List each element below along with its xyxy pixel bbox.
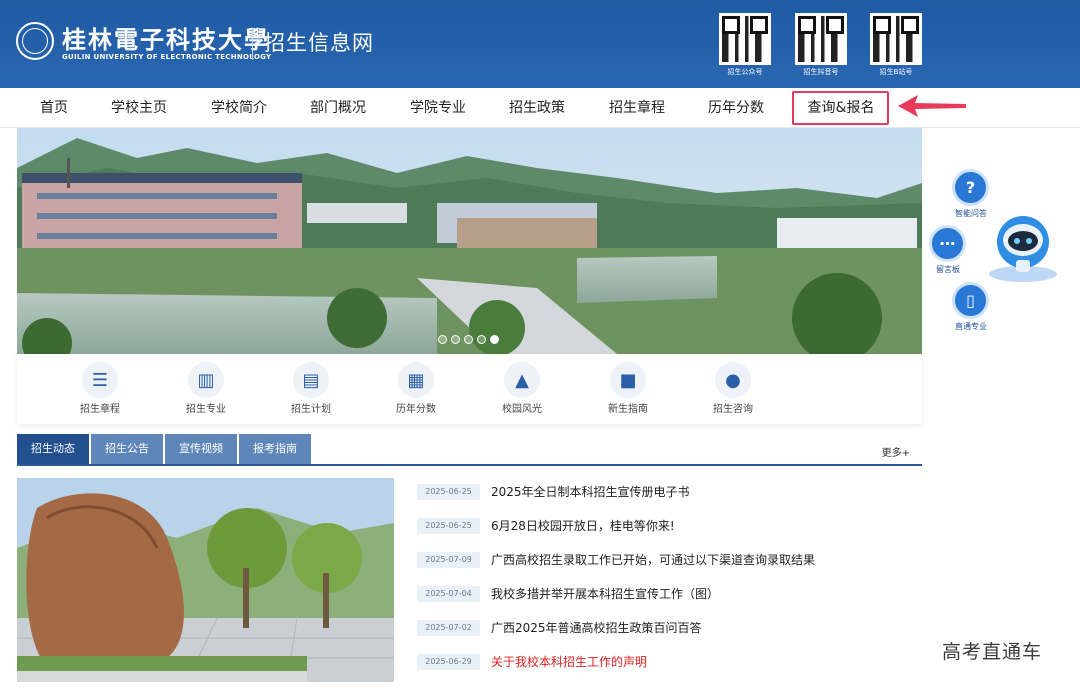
quick-link-label: 历年分数: [396, 404, 436, 415]
page-root: 桂林電子科技大學 GUILIN UNIVERSITY OF ELECTRONIC…: [0, 0, 1080, 689]
book-icon: ▥: [188, 362, 224, 398]
quick-link-charter[interactable]: ☰ 招生章程: [60, 362, 140, 416]
chat-icon[interactable]: ⋯: [929, 225, 966, 262]
quick-link-label: 招生咨询: [713, 404, 753, 415]
document-icon: ☰: [82, 362, 118, 398]
news-feature-image[interactable]: [17, 478, 394, 682]
news-item[interactable]: 2025-07-09 广西高校招生录取工作已开始，可通过以下渠道查询录取结果: [417, 549, 877, 571]
more-link[interactable]: 更多+: [882, 444, 910, 459]
news-date: 2025-07-04: [417, 586, 480, 602]
news-item[interactable]: 2025-06-29 关于我校本科招生工作的声明: [417, 651, 877, 673]
nav-item-departments[interactable]: 部门概况: [303, 88, 373, 128]
university-logo-icon[interactable]: [16, 22, 54, 60]
tab-admission-news[interactable]: 招生动态: [17, 434, 89, 464]
tab-announcements[interactable]: 招生公告: [91, 434, 163, 464]
news-item[interactable]: 2025-07-02 广西2025年普通高校招生政策百问百答: [417, 617, 877, 639]
nav-item-school-home[interactable]: 学校主页: [104, 88, 174, 128]
news-date: 2025-07-02: [417, 620, 480, 636]
banner-dot[interactable]: [464, 335, 473, 344]
news-title[interactable]: 广西2025年普通高校招生政策百问百答: [491, 619, 702, 637]
nav-item-policy[interactable]: 招生政策: [502, 88, 572, 128]
news-item[interactable]: 2025-06-25 6月28日校园开放日，桂电等你来!: [417, 515, 877, 537]
banner-dot[interactable]: [451, 335, 460, 344]
quick-link-scores[interactable]: ▦ 历年分数: [376, 362, 456, 416]
nav-item-home[interactable]: 首页: [28, 88, 80, 128]
nav-item-colleges[interactable]: 学院专业: [403, 88, 473, 128]
news-title[interactable]: 我校多措并举开展本科招生宣传工作（图）: [491, 585, 719, 603]
quick-link-label: 招生章程: [80, 404, 120, 415]
chart-icon: ▦: [398, 362, 434, 398]
tab-guide[interactable]: 报考指南: [239, 434, 311, 464]
side-tool-label: 直通专业: [955, 322, 987, 331]
campus-photo: [17, 128, 922, 354]
quick-link-majors[interactable]: ▥ 招生专业: [166, 362, 246, 416]
clipboard-icon: ▤: [293, 362, 329, 398]
banner-pagination: [438, 335, 499, 344]
qr-label: 招生抖音号: [803, 68, 839, 76]
qr-code-icon: [870, 13, 922, 65]
qr-code-icon: [795, 13, 847, 65]
robot-assistant-icon[interactable]: [986, 212, 1060, 284]
quick-links-bar: ☰ 招生章程 ▥ 招生专业 ▤ 招生计划 ▦ 历年分数 ▲ 校园风光 ■ 新生指…: [17, 354, 922, 424]
news-date: 2025-07-09: [417, 552, 480, 568]
news-title[interactable]: 广西高校招生录取工作已开始，可通过以下渠道查询录取结果: [491, 551, 815, 569]
nav-item-scores[interactable]: 历年分数: [701, 88, 771, 128]
news-date: 2025-06-29: [417, 654, 480, 670]
headset-icon: ●: [715, 362, 751, 398]
news-item[interactable]: 2025-06-25 2025年全日制本科招生宣传册电子书: [417, 481, 877, 503]
quick-link-label: 新生指南: [608, 404, 648, 415]
quick-link-plan[interactable]: ▤ 招生计划: [271, 362, 351, 416]
book-icon[interactable]: ▯: [952, 282, 989, 319]
quick-link-label: 招生专业: [186, 404, 226, 415]
qr-code-icon: [719, 13, 771, 65]
banner-dot-active[interactable]: [490, 335, 499, 344]
quick-link-guide[interactable]: ■ 新生指南: [588, 362, 668, 416]
tab-videos[interactable]: 宣传视频: [165, 434, 237, 464]
campus-stone-photo: [17, 478, 394, 682]
pointer-arrow-icon: [898, 95, 966, 117]
side-tool-label: 留言板: [936, 265, 960, 274]
qr-label: 招生B站号: [879, 68, 913, 76]
guide-icon: ■: [610, 362, 646, 398]
quick-link-consult[interactable]: ● 招生咨询: [693, 362, 773, 416]
hero-banner[interactable]: [17, 128, 922, 354]
banner-dot[interactable]: [477, 335, 486, 344]
news-date: 2025-06-25: [417, 484, 480, 500]
quick-link-campus[interactable]: ▲ 校园风光: [482, 362, 562, 416]
news-title[interactable]: 2025年全日制本科招生宣传册电子书: [491, 483, 690, 501]
nav-item-charter[interactable]: 招生章程: [602, 88, 672, 128]
news-tabs: 招生动态 招生公告 宣传视频 报考指南 更多+: [17, 434, 922, 466]
school-name-english: GUILIN UNIVERSITY OF ELECTRONIC TECHNOLO…: [62, 53, 272, 61]
qr-label: 招生公众号: [727, 68, 763, 76]
nav-highlight-box: [792, 91, 889, 125]
quick-link-label: 校园风光: [502, 404, 542, 415]
news-date: 2025-06-25: [417, 518, 480, 534]
banner-dot[interactable]: [438, 335, 447, 344]
quick-link-label: 招生计划: [291, 404, 331, 415]
news-item[interactable]: 2025-07-04 我校多措并举开展本科招生宣传工作（图）: [417, 583, 877, 605]
nav-item-school-intro[interactable]: 学校简介: [204, 88, 274, 128]
news-title[interactable]: 6月28日校园开放日，桂电等你来!: [491, 517, 675, 535]
school-name: 桂林電子科技大學: [62, 25, 270, 54]
site-title: 招生信息网: [264, 31, 374, 55]
question-icon[interactable]: ?: [952, 169, 989, 206]
watermark-text: 高考直通车: [942, 641, 1043, 663]
news-title-highlight[interactable]: 关于我校本科招生工作的声明: [491, 653, 647, 671]
landscape-icon: ▲: [504, 362, 540, 398]
header-divider: [252, 28, 253, 60]
site-header: 桂林電子科技大學 GUILIN UNIVERSITY OF ELECTRONIC…: [0, 0, 1080, 88]
